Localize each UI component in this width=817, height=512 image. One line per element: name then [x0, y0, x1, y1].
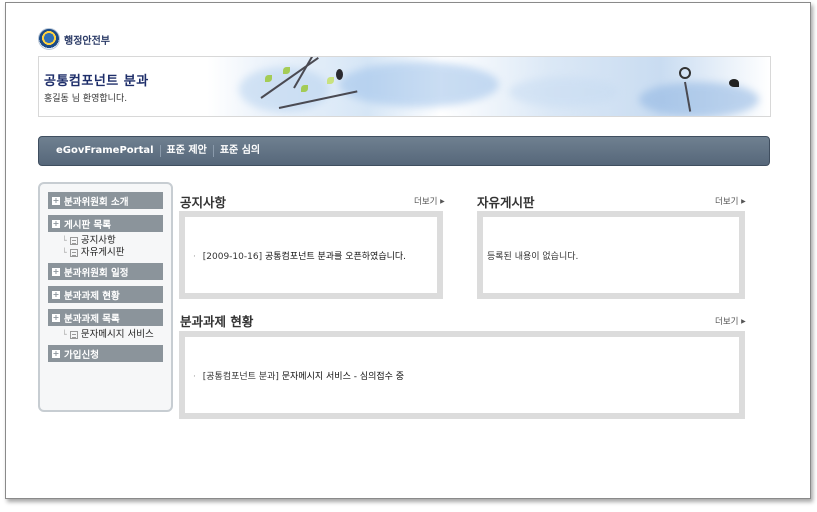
sidebar-item-label: 분과위원회 일정: [64, 267, 129, 279]
plus-box-icon: +: [52, 348, 60, 358]
nav-item-egovframeportal[interactable]: eGovFramePortal: [56, 145, 161, 157]
notice-title: 공지사항: [180, 195, 227, 210]
tasks-more-link[interactable]: 더보기 ▶: [715, 315, 746, 327]
empty-message: 등록된 내용이 없습니다.: [487, 252, 579, 262]
notice-date: [2009-10-16]: [202, 252, 263, 262]
arrow-right-icon: ▶: [440, 198, 445, 205]
notice-text: 공통컴포넌트 분과를 오픈하였습니다.: [264, 252, 407, 262]
document-icon: [69, 249, 78, 257]
tree-line-icon: └: [62, 236, 67, 245]
sidebar-subitem-label: 문자메시지 서비스: [80, 329, 154, 340]
tasks-panel: · [공통컴포넌트 분과] 문자메시지 서비스 - 심의접수 중: [179, 331, 745, 419]
sidebar-item-board-list[interactable]: + 게시판 목록: [48, 215, 163, 232]
banner-title: 공통컴포넌트 분과: [44, 74, 149, 89]
more-label: 더보기: [715, 317, 739, 327]
government-emblem-icon: [38, 28, 60, 50]
main-nav: eGovFramePortal 표준 제안 표준 심의: [38, 136, 770, 166]
notice-more-link[interactable]: 더보기 ▶: [414, 195, 445, 207]
sidebar-item-join-request[interactable]: + 가입신청: [48, 345, 163, 362]
sidebar-subitem-label: 공지사항: [80, 235, 116, 246]
sidebar-subitem-sms-service[interactable]: └ 문자메시지 서비스: [48, 329, 163, 341]
sidebar-item-committee-intro[interactable]: + 분과위원회 소개: [48, 192, 163, 209]
sidebar-item-task-list[interactable]: + 분과과제 목록: [48, 309, 163, 326]
document-icon: [69, 331, 78, 339]
freeboard-panel: 등록된 내용이 없습니다.: [477, 211, 745, 299]
document-icon: [69, 237, 78, 245]
more-label: 더보기: [414, 197, 438, 207]
task-category: [공통컴포넌트 분과]: [202, 372, 279, 382]
greeting-text: 홍길동 님 환영합니다.: [44, 94, 128, 104]
list-item[interactable]: · [공통컴포넌트 분과] 문자메시지 서비스 - 심의접수 중: [193, 369, 404, 382]
lotus-icon: [679, 67, 691, 79]
sidebar-item-label: 가입신청: [64, 349, 99, 361]
sidebar-item-task-status[interactable]: + 분과과제 현황: [48, 286, 163, 303]
sidebar-item-label: 분과과제 현황: [64, 290, 120, 302]
list-item[interactable]: · [2009-10-16] 공통컴포넌트 분과를 오픈하였습니다.: [193, 249, 406, 262]
crane-icon: [729, 79, 739, 87]
more-label: 더보기: [715, 197, 739, 207]
plus-box-icon: +: [52, 195, 60, 205]
task-text: 문자메시지 서비스 - 심의접수 중: [281, 372, 405, 382]
arrow-right-icon: ▶: [741, 318, 746, 325]
arrow-right-icon: ▶: [741, 198, 746, 205]
bird-icon: [336, 69, 343, 80]
plus-box-icon: +: [52, 218, 60, 228]
sidebar-item-label: 분과위원회 소개: [64, 196, 129, 208]
sidebar-subitem-freeboard[interactable]: └ 자유게시판: [48, 247, 163, 259]
logo[interactable]: 행정안전부: [38, 28, 110, 50]
sidebar-item-label: 분과과제 목록: [64, 313, 120, 325]
sidebar-subitem-label: 자유게시판: [80, 247, 125, 258]
sidebar-item-committee-schedule[interactable]: + 분과위원회 일정: [48, 263, 163, 280]
tree-line-icon: └: [62, 330, 67, 339]
sidebar-item-label: 게시판 목록: [64, 219, 112, 231]
tree-line-icon: └: [62, 248, 67, 257]
nav-item-standard-review[interactable]: 표준 심의: [214, 145, 266, 157]
plus-box-icon: +: [52, 289, 60, 299]
sidebar: + 분과위원회 소개 + 게시판 목록 └ 공지사항 └ 자유게시판 + 분과위…: [38, 182, 173, 412]
bullet-icon: ·: [193, 372, 196, 382]
logo-org-name: 행정안전부: [64, 35, 110, 47]
bullet-icon: ·: [193, 252, 196, 262]
freeboard-title: 자유게시판: [477, 195, 535, 210]
header-banner: 공통컴포넌트 분과 홍길동 님 환영합니다.: [38, 56, 771, 117]
sidebar-subitem-notice[interactable]: └ 공지사항: [48, 235, 163, 247]
plus-box-icon: +: [52, 266, 60, 276]
nav-item-standard-proposal[interactable]: 표준 제안: [161, 145, 214, 157]
plus-box-icon: +: [52, 312, 60, 322]
freeboard-more-link[interactable]: 더보기 ▶: [715, 195, 746, 207]
notice-panel: · [2009-10-16] 공통컴포넌트 분과를 오픈하였습니다.: [179, 211, 443, 299]
tasks-title: 분과과제 현황: [180, 314, 254, 329]
